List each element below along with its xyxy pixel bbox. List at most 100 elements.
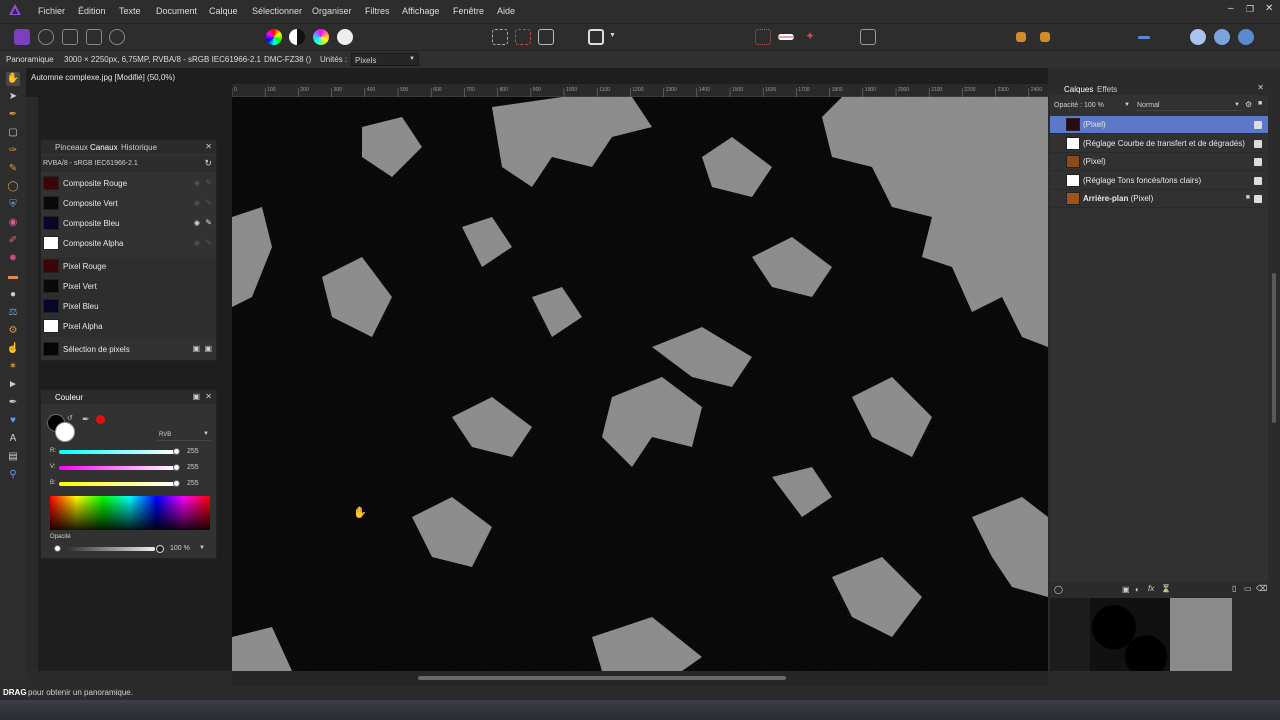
view-tool-icon[interactable]: ▤ [6,450,20,464]
pen-tool-icon[interactable]: ✒ [6,396,20,410]
clone-brush-icon[interactable]: ⚖ [6,306,20,320]
pencil-icon[interactable]: ✎ [205,218,212,227]
channel-row[interactable]: Composite Alpha ◉ ✎ [41,234,216,254]
selection-save-icon[interactable]: ▣ [204,344,212,353]
menu-icon[interactable]: ▣ [192,392,200,401]
trash-icon[interactable]: ⌫ [1256,584,1267,593]
color-wheel-icon[interactable] [266,29,282,45]
color-spectrum[interactable] [50,496,210,530]
adjustment-icon[interactable]: ◐ [1135,585,1140,594]
shape-tool-icon[interactable]: ♥ [6,414,20,428]
flood-select-icon[interactable]: ✎ [6,162,20,176]
horizontal-scrollbar[interactable] [232,671,1048,686]
menu-filtres[interactable]: Filtres [365,6,390,16]
scroll-thumb[interactable] [1272,273,1276,423]
menu-fichier[interactable]: Fichier [38,6,65,16]
export-persona-icon[interactable] [109,29,125,45]
selection-brush-icon[interactable]: ✑ [6,144,20,158]
arrange-forward-icon[interactable] [1040,32,1050,42]
channel-row[interactable]: Pixel Vert [41,277,216,297]
group-folder-icon[interactable]: ▯ [1232,584,1236,593]
tone-mapping-persona-icon[interactable] [86,29,102,45]
chevron-down-icon[interactable]: ▼ [199,545,205,551]
units-dropdown[interactable]: Pixels ▼ [351,53,419,66]
menu-organiser[interactable]: Organiser [312,6,352,16]
photo-persona-icon[interactable] [14,29,30,45]
tab-canaux[interactable]: Canaux [90,143,118,152]
pencil-icon[interactable]: ✎ [205,198,212,207]
b-slider-knob[interactable] [173,480,180,487]
visibility-checkbox[interactable] [1254,121,1262,129]
menu-document[interactable]: Document [156,6,197,16]
color-mode-dropdown[interactable]: RVB ▼ [157,430,211,441]
mask-icon[interactable]: ▣ [1122,585,1130,594]
boolean-subtract-icon[interactable] [1214,29,1230,45]
magnet-icon[interactable]: ✦ [802,29,818,45]
r-value[interactable]: 255 [187,448,199,455]
layer-row[interactable]: (Réglage Courbe de transfert et de dégra… [1050,135,1268,153]
close-icon[interactable]: ✕ [205,392,212,401]
blemish-tool-icon[interactable]: ⚙ [6,324,20,338]
channel-row[interactable]: Composite Bleu ◉ ✎ [41,214,216,234]
deselect-icon[interactable] [515,29,531,45]
color-replace-icon[interactable]: ✹ [6,252,20,266]
eye-icon[interactable]: ◉ [194,179,200,187]
channel-row[interactable]: Pixel Alpha [41,317,216,337]
tab-effets[interactable]: Effets [1097,85,1117,94]
channel-row[interactable]: Composite Vert ◉ ✎ [41,194,216,214]
minimize-icon[interactable]: – [1228,3,1234,14]
levels-icon[interactable] [289,29,305,45]
close-icon[interactable]: ✕ [205,142,212,151]
develop-persona-icon[interactable] [62,29,78,45]
tab-pinceaux[interactable]: Pinceaux [55,143,88,152]
r-slider[interactable] [59,450,177,454]
menu-affichage[interactable]: Affichage [402,6,439,16]
pencil-icon[interactable]: ✎ [205,238,212,247]
flood-fill-icon[interactable]: ⛨ [6,198,20,212]
opacity-slider[interactable] [67,547,155,551]
ellipse-marquee-icon[interactable]: ◯ [6,180,20,194]
vertical-scrollbar[interactable] [1268,68,1280,671]
zoom-tool-icon[interactable]: ⚲ [6,468,20,482]
menu-selectionner[interactable]: Sélectionner [252,6,302,16]
marquee-icon[interactable] [492,29,508,45]
paint-brush-icon[interactable]: ✐ [6,234,20,248]
layer-row[interactable]: (Réglage Tons foncés/tons clairs) [1050,172,1268,190]
recent-color-swatch[interactable] [96,415,105,424]
crop-tool-icon[interactable]: ▢ [6,126,20,140]
layer-row[interactable]: (Pixel) [1050,153,1268,171]
channel-row[interactable]: Pixel Bleu [41,297,216,317]
mesh-warp-icon[interactable]: ✶ [6,360,20,374]
b-value[interactable]: 255 [187,480,199,487]
eyedropper-icon[interactable]: ✒ [82,414,90,425]
assistant-icon[interactable] [860,29,876,45]
color-panel-title[interactable]: Couleur [55,393,83,402]
lock-icon[interactable]: ■ [1258,100,1262,107]
white-balance-icon[interactable] [337,29,353,45]
menu-fenetre[interactable]: Fenêtre [453,6,484,16]
lock-icon[interactable]: ■ [1246,194,1250,201]
eye-icon[interactable]: ◉ [194,239,200,247]
tab-historique[interactable]: Historique [121,143,157,152]
g-slider[interactable] [59,466,177,470]
gradient-tool-icon[interactable]: ◉ [6,216,20,230]
close-icon[interactable]: ✕ [1257,83,1264,92]
selection-load-icon[interactable]: ▣ [192,344,200,353]
quick-mask-icon[interactable] [588,29,604,45]
hand-tool-icon[interactable]: ✋ [6,72,20,86]
smudge-brush-icon[interactable]: ☝ [6,342,20,356]
channel-row[interactable]: Composite Rouge ◉ ✎ [41,174,216,194]
menu-calque[interactable]: Calque [209,6,238,16]
visibility-checkbox[interactable] [1254,195,1262,203]
app-logo-icon[interactable] [9,4,21,16]
r-slider-knob[interactable] [173,448,180,455]
settings-gear-icon[interactable]: ⚙ [1245,100,1252,109]
b-slider[interactable] [59,482,177,486]
scroll-thumb[interactable] [418,676,786,680]
grid-icon[interactable] [755,29,771,45]
channel-row[interactable]: Sélection de pixels ▣ ▣ [41,340,216,360]
blend-mode-dropdown[interactable]: Normal ▼ [1135,100,1242,111]
menu-texte[interactable]: Texte [119,6,141,16]
erase-brush-icon[interactable]: ▬ [6,270,20,284]
maximize-icon[interactable]: ❐ [1246,4,1254,15]
